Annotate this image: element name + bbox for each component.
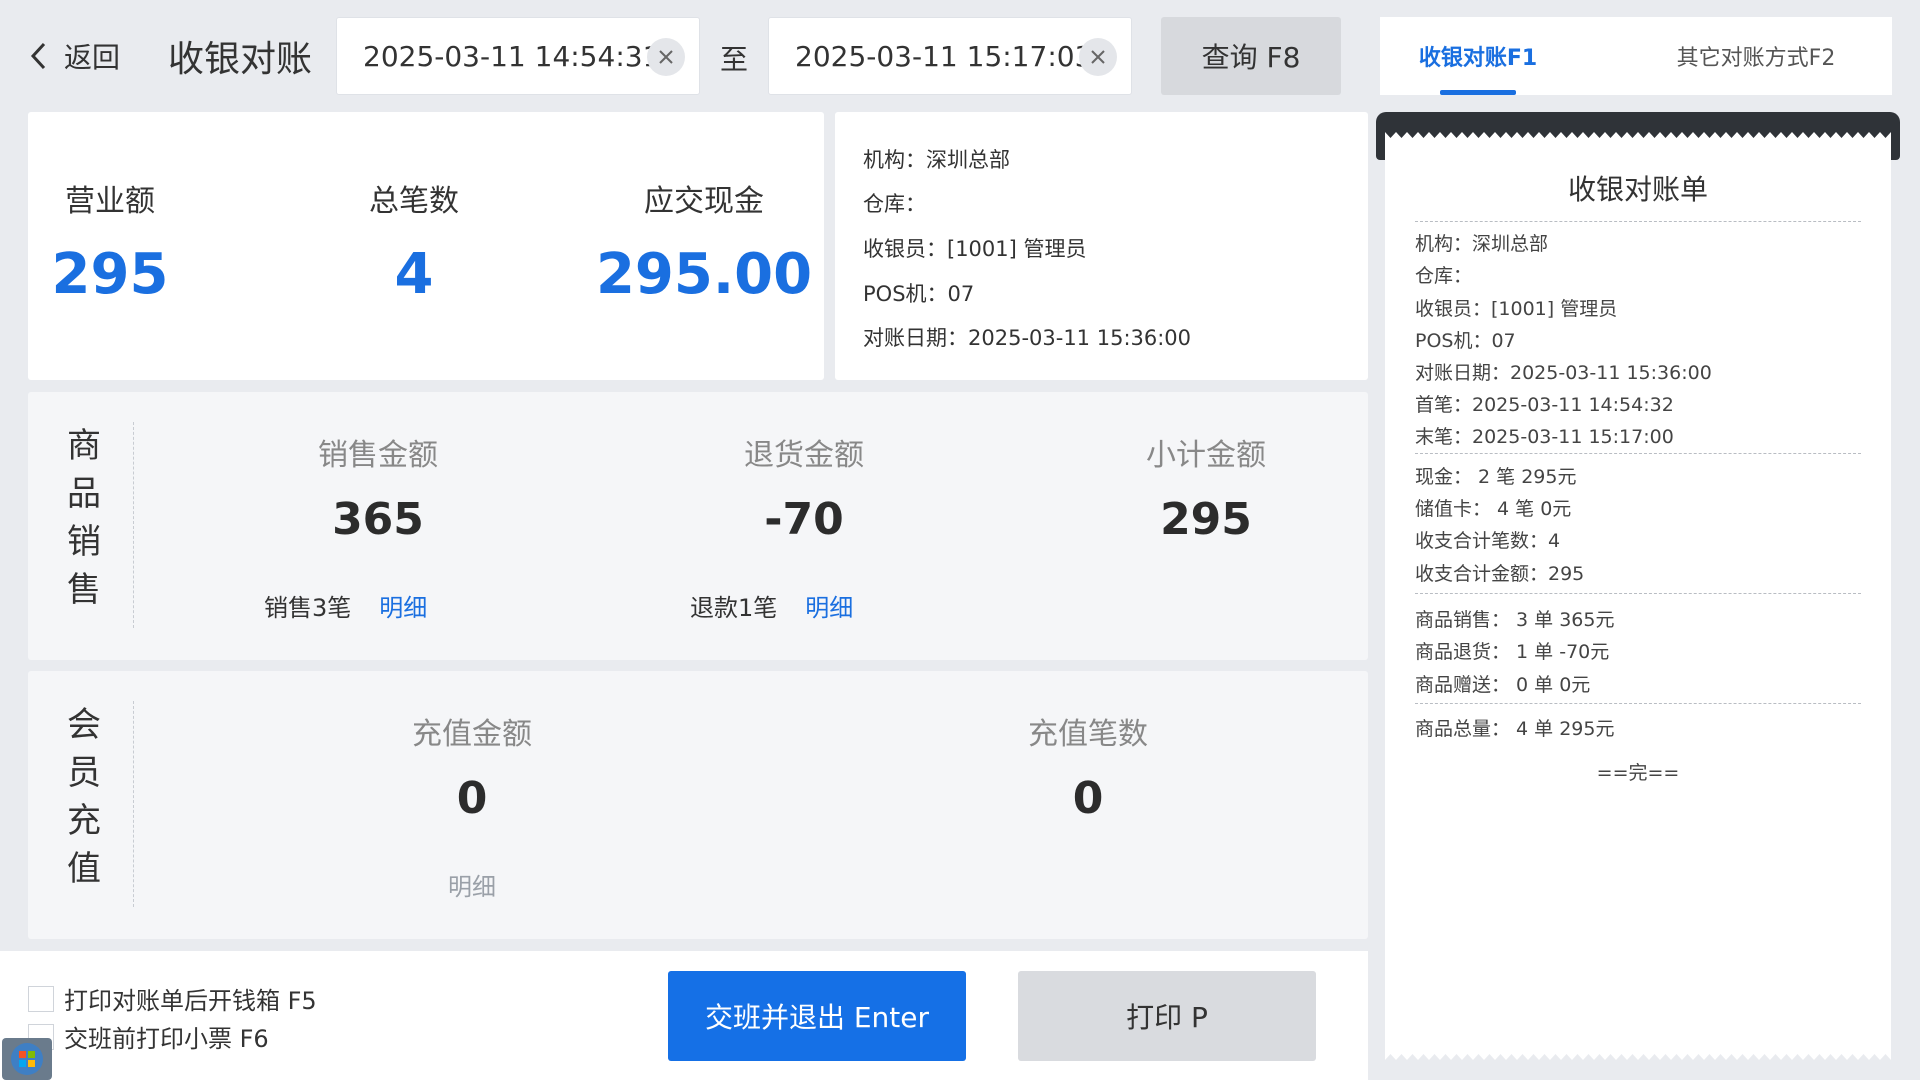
receipt-line: 储值卡： 4 笔 0元 bbox=[1415, 498, 1572, 520]
receipt-title: 收银对账单 bbox=[1567, 173, 1708, 206]
sales-amount-label: 销售金额 bbox=[318, 438, 438, 473]
info-card: 机构：深圳总部 仓库： 收银员：[1001] 管理员 POS机：07 对账日期：… bbox=[835, 112, 1368, 380]
receipt-separator bbox=[1415, 593, 1861, 594]
back-chevron-icon bbox=[30, 42, 46, 70]
receipt-line: 收支合计金额：295 bbox=[1415, 563, 1585, 585]
section-title-sales: 商 品 销 售 bbox=[64, 422, 104, 614]
title-char: 商 bbox=[67, 426, 101, 466]
windows-start-button[interactable] bbox=[2, 1038, 52, 1080]
total-count-value: 4 bbox=[394, 242, 434, 307]
receipt-torn-edge-top bbox=[1385, 126, 1891, 138]
windows-start-icon bbox=[11, 1043, 43, 1075]
start-datetime-value: 2025-03-11 14:54:31 bbox=[363, 39, 661, 73]
checkbox-box[interactable] bbox=[28, 985, 54, 1012]
total-count-label: 总笔数 bbox=[369, 184, 459, 219]
sales-count-note: 销售3笔 明细 bbox=[264, 588, 427, 623]
subtotal-amount-label: 小计金额 bbox=[1146, 438, 1266, 473]
range-separator: 至 bbox=[720, 43, 749, 76]
receipt-end-mark: ==完== bbox=[1596, 762, 1680, 784]
recharge-amount-value: 0 bbox=[456, 773, 488, 824]
product-sales-card: 商 品 销 售 销售金额 365 销售3笔 明细 退货金额 -70 退款1笔 明细 … bbox=[28, 392, 1368, 660]
action-bar: 打印对账单后开钱箱 F5 交班前打印小票 F6 交班并退出 Enter 打印 P bbox=[0, 951, 1368, 1080]
receipt-line: 商品总量： 4 单 295元 bbox=[1415, 718, 1615, 740]
tab-cashier-reconcile[interactable]: 收银对账F1 bbox=[1380, 17, 1576, 95]
receipt-line: 末笔：2025-03-11 15:17:00 bbox=[1415, 426, 1674, 448]
section-divider bbox=[133, 701, 134, 907]
print-button[interactable]: 打印 P bbox=[1018, 971, 1316, 1061]
receipt-separator bbox=[1415, 453, 1861, 454]
info-cashier: 收银员：[1001] 管理员 bbox=[863, 237, 1087, 261]
clear-end-button[interactable] bbox=[1079, 38, 1117, 76]
recharge-amount-label: 充值金额 bbox=[412, 717, 532, 752]
clear-icon bbox=[659, 50, 673, 64]
checkbox-label: 打印对账单后开钱箱 F5 bbox=[64, 987, 317, 1015]
title-char: 售 bbox=[67, 570, 101, 610]
open-drawer-checkbox[interactable]: 打印对账单后开钱箱 F5 bbox=[28, 981, 317, 1016]
title-char: 会 bbox=[67, 705, 101, 745]
back-label: 返回 bbox=[64, 41, 121, 74]
title-char: 销 bbox=[67, 522, 101, 562]
sales-detail-link[interactable]: 明细 bbox=[379, 594, 427, 622]
return-detail-link[interactable]: 明细 bbox=[805, 594, 853, 622]
recharge-detail-link[interactable]: 明细 bbox=[342, 867, 602, 902]
receipt-line: 现金： 2 笔 295元 bbox=[1415, 466, 1577, 488]
query-button[interactable]: 查询 F8 bbox=[1161, 17, 1341, 95]
receipt-line: 首笔：2025-03-11 14:54:32 bbox=[1415, 394, 1674, 416]
title-char: 值 bbox=[67, 849, 101, 889]
receipt-separator bbox=[1415, 221, 1861, 222]
receipt-line: 对账日期：2025-03-11 15:36:00 bbox=[1415, 362, 1712, 384]
section-divider bbox=[133, 422, 134, 628]
return-amount-value: -70 bbox=[764, 494, 844, 545]
info-warehouse: 仓库： bbox=[863, 192, 926, 216]
title-char: 员 bbox=[67, 753, 101, 793]
recharge-count-label: 充值笔数 bbox=[1028, 717, 1148, 752]
receipt-torn-edge-bottom bbox=[1385, 1054, 1891, 1066]
receipt-line: 商品退货： 1 单 -70元 bbox=[1415, 641, 1610, 663]
handover-exit-button[interactable]: 交班并退出 Enter bbox=[668, 971, 966, 1061]
end-datetime-value: 2025-03-11 15:17:03 bbox=[795, 39, 1093, 73]
receipt-separator bbox=[1415, 703, 1861, 704]
receipt-line: 收银员：[1001] 管理员 bbox=[1415, 298, 1618, 320]
title-char: 品 bbox=[67, 474, 101, 514]
receipt-line: POS机：07 bbox=[1415, 330, 1516, 352]
sales-amount-value: 365 bbox=[332, 494, 424, 545]
receipt-preview: 收银对账单 机构：深圳总部 仓库： 收银员：[1001] 管理员 POS机：07… bbox=[1385, 126, 1891, 1066]
active-tab-indicator bbox=[1440, 90, 1516, 95]
info-pos: POS机：07 bbox=[863, 282, 975, 306]
end-datetime-field[interactable]: 2025-03-11 15:17:03 bbox=[768, 17, 1132, 95]
print-ticket-checkbox[interactable]: 交班前打印小票 F6 bbox=[28, 1019, 269, 1054]
start-datetime-field[interactable]: 2025-03-11 14:54:31 bbox=[336, 17, 700, 95]
clear-icon bbox=[1091, 50, 1105, 64]
revenue-value: 295 bbox=[51, 242, 169, 307]
clear-start-button[interactable] bbox=[647, 38, 685, 76]
title-char: 充 bbox=[67, 801, 101, 841]
tab-other-reconcile[interactable]: 其它对账方式F2 bbox=[1656, 17, 1856, 95]
checkbox-label: 交班前打印小票 F6 bbox=[64, 1025, 269, 1053]
subtotal-amount-value: 295 bbox=[1160, 494, 1252, 545]
receipt-line: 商品销售： 3 单 365元 bbox=[1415, 609, 1615, 631]
tab-label: 其它对账方式F2 bbox=[1676, 46, 1836, 71]
sales-count-text: 销售3笔 bbox=[264, 594, 352, 622]
summary-card: 营业额 295 总笔数 4 应交现金 295.00 bbox=[28, 112, 824, 380]
return-amount-label: 退货金额 bbox=[744, 438, 864, 473]
back-button[interactable]: 返回 bbox=[28, 34, 120, 78]
receipt-line: 机构：深圳总部 bbox=[1415, 233, 1549, 255]
return-count-note: 退款1笔 明细 bbox=[690, 588, 853, 623]
page-title: 收银对账 bbox=[168, 39, 313, 80]
section-title-recharge: 会 员 充 值 bbox=[64, 701, 104, 893]
receipt-line: 商品赠送： 0 单 0元 bbox=[1415, 674, 1591, 696]
cash-due-value: 295.00 bbox=[595, 242, 813, 307]
member-recharge-card: 会 员 充 值 充值金额 0 明细 充值笔数 0 bbox=[28, 671, 1368, 939]
info-date: 对账日期：2025-03-11 15:36:00 bbox=[863, 326, 1192, 350]
revenue-label: 营业额 bbox=[65, 184, 155, 219]
receipt-line: 收支合计笔数：4 bbox=[1415, 530, 1561, 552]
tab-bar: 收银对账F1 其它对账方式F2 bbox=[1380, 17, 1892, 95]
return-count-text: 退款1笔 bbox=[690, 594, 778, 622]
cash-due-label: 应交现金 bbox=[644, 184, 764, 219]
info-org: 机构：深圳总部 bbox=[863, 148, 1010, 172]
receipt-line: 仓库： bbox=[1415, 265, 1473, 287]
recharge-count-value: 0 bbox=[1072, 773, 1104, 824]
tab-label: 收银对账F1 bbox=[1418, 46, 1538, 71]
